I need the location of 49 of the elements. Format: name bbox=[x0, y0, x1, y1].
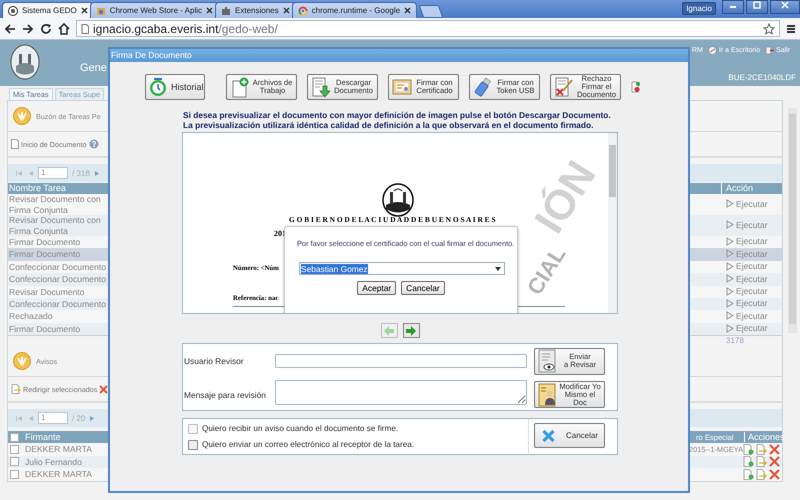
cancel-button[interactable]: Cancelar bbox=[401, 281, 445, 295]
column-header: Nombre Tarea bbox=[8, 183, 67, 194]
table-cell: Julio Fernando bbox=[25, 456, 82, 467]
address-bar[interactable]: ignacio.gcaba.everis.int/gedo-web/ bbox=[76, 20, 780, 37]
column-header: Firmante bbox=[25, 432, 61, 442]
toolbar-button[interactable]: Historial bbox=[145, 74, 205, 100]
user-code: BUE-2CE1040LDF bbox=[728, 73, 796, 82]
execute-link[interactable]: Ejecutar bbox=[726, 323, 768, 334]
checkbox-label: Quiero recibir un aviso cuando el documento se firme. bbox=[202, 424, 398, 433]
page-total: / 20 bbox=[72, 414, 86, 423]
execute-link[interactable]: Ejecutar bbox=[726, 261, 768, 272]
execute-link[interactable]: Ejecutar bbox=[726, 274, 768, 284]
table-total: 3178 bbox=[725, 336, 745, 346]
table-cell-text: Revisar Documento con Firma Conjunta bbox=[8, 194, 102, 215]
table-cell-text: Firmar Documento bbox=[8, 236, 82, 248]
url-text: ignacio.gcaba.everis.int/gedo-web/ bbox=[93, 22, 278, 36]
table-cell: DEKKER MARTA bbox=[25, 469, 92, 480]
browser-tab[interactable]: Sistema GEDO bbox=[2, 2, 94, 18]
table-cell-text: Revisar Documento con Firma Conjunta bbox=[8, 215, 102, 236]
page-field[interactable]: 1 bbox=[38, 412, 68, 424]
table-cell-text: Firmar Documento bbox=[8, 249, 82, 260]
certificate-select[interactable]: Sebastian Gomez bbox=[299, 262, 505, 275]
execute-link[interactable]: Ejecutar bbox=[726, 236, 768, 246]
notice-text: Si desea previsualizar el documento con mayor definición de imagen pulse el botón Descargar Documento. La previsualización utilizará idéntica calidad de definición a la que observará en el documento firmado. bbox=[183, 110, 612, 130]
table-cell-text: Revisar Documento bbox=[8, 286, 86, 297]
profile-name[interactable]: Ignacio bbox=[682, 2, 716, 15]
execute-link[interactable]: Ejecutar bbox=[726, 298, 768, 308]
checkbox-label: Quiero enviar un correo electrónico al receptor de la tarea. bbox=[202, 440, 414, 449]
page-field[interactable]: 1 bbox=[38, 167, 68, 179]
browser-tab[interactable]: chrome.runtime - Google bbox=[292, 2, 418, 18]
execute-link[interactable]: Ejecutar bbox=[726, 198, 768, 209]
page-total: / 318 bbox=[72, 168, 90, 178]
execute-link[interactable]: Ejecutar bbox=[726, 220, 768, 230]
app-title: Gene bbox=[80, 62, 107, 76]
table-cell-text: Confeccionar Documento bbox=[8, 298, 107, 310]
execute-link[interactable]: Ejecutar bbox=[726, 310, 768, 321]
execute-link[interactable]: Ejecutar bbox=[726, 248, 768, 259]
field-label: Mensaje para revisión bbox=[183, 390, 267, 400]
field-label: Usuario Revisor bbox=[183, 356, 245, 366]
browser-tab[interactable]: Extensiones bbox=[215, 2, 296, 18]
table-cell-text: Confeccionar Documento bbox=[8, 274, 107, 285]
table-cell-text: Rechazado bbox=[8, 311, 54, 322]
table-cell: DEKKER MARTA bbox=[25, 444, 92, 454]
accept-button[interactable]: Aceptar bbox=[357, 281, 396, 295]
execute-link[interactable]: Ejecutar bbox=[726, 286, 768, 296]
table-cell-text: Firmar Documento bbox=[8, 324, 82, 334]
dialog-title: Firma De Documento bbox=[110, 49, 688, 62]
cancel-button[interactable]: Cancelar bbox=[534, 423, 605, 448]
table-cell-text: Confeccionar Documento bbox=[8, 262, 107, 272]
